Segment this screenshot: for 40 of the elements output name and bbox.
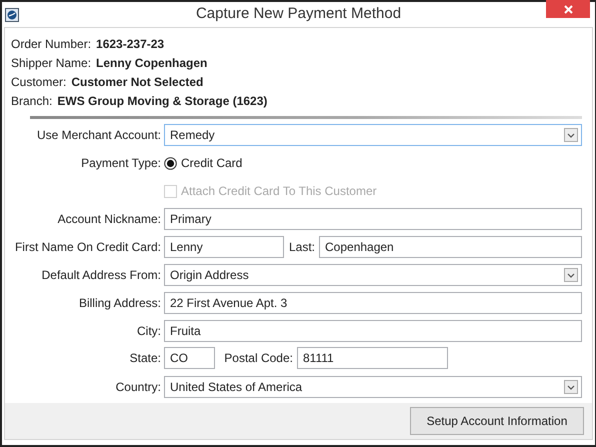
chevron-down-icon xyxy=(564,268,578,282)
chevron-down-icon xyxy=(564,380,578,394)
option-label: Credit Card xyxy=(181,156,242,170)
field-label: Billing Address: xyxy=(78,296,162,310)
dropdown[interactable]: Origin Address xyxy=(164,264,582,286)
info-label: Shipper Name: xyxy=(11,56,92,70)
field-label: First Name On Credit Card: xyxy=(14,240,162,254)
input-field[interactable]: Fruita xyxy=(164,320,582,342)
close-icon xyxy=(564,4,572,14)
window-title: Capture New Payment Method xyxy=(196,5,402,22)
info-value: Lenny Copenhagen xyxy=(96,56,208,70)
field-label: Default Address From: xyxy=(40,268,162,282)
info-label: Order Number: xyxy=(11,37,92,51)
input-field[interactable]: Lenny xyxy=(164,236,284,258)
field-label: Last: xyxy=(288,240,316,254)
radio-button[interactable] xyxy=(164,156,177,170)
field-label: City: xyxy=(136,324,162,338)
input-field[interactable]: CO xyxy=(164,346,215,368)
field-label: Account Nickname: xyxy=(56,212,162,226)
app-icon xyxy=(5,8,19,22)
info-value: 1623-237-23 xyxy=(96,37,164,51)
field-label: Country: xyxy=(114,380,162,394)
dropdown[interactable]: United States of America xyxy=(164,376,582,398)
info-value: Customer Not Selected xyxy=(71,75,204,89)
input-field[interactable]: 22 First Avenue Apt. 3 xyxy=(164,292,582,314)
info-label: Customer: xyxy=(11,75,66,89)
input-field[interactable]: Copenhagen xyxy=(319,236,582,258)
dropdown[interactable]: Remedy xyxy=(164,124,582,146)
close-button[interactable] xyxy=(546,0,590,18)
input-field[interactable]: Primary xyxy=(164,208,582,230)
info-value: EWS Group Moving & Storage (1623) xyxy=(57,94,268,108)
field-label: Use Merchant Account: xyxy=(36,128,162,142)
checkbox-label: Attach Credit Card To This Customer xyxy=(181,184,377,198)
field-label: State: xyxy=(128,350,162,364)
field-label: Payment Type: xyxy=(80,156,162,170)
input-field[interactable]: 81111 xyxy=(297,346,448,368)
setup-button[interactable]: Setup Account Information xyxy=(410,407,584,435)
field-label: Postal Code: xyxy=(223,350,294,364)
info-label: Branch: xyxy=(11,94,52,108)
chevron-down-icon xyxy=(564,128,578,142)
